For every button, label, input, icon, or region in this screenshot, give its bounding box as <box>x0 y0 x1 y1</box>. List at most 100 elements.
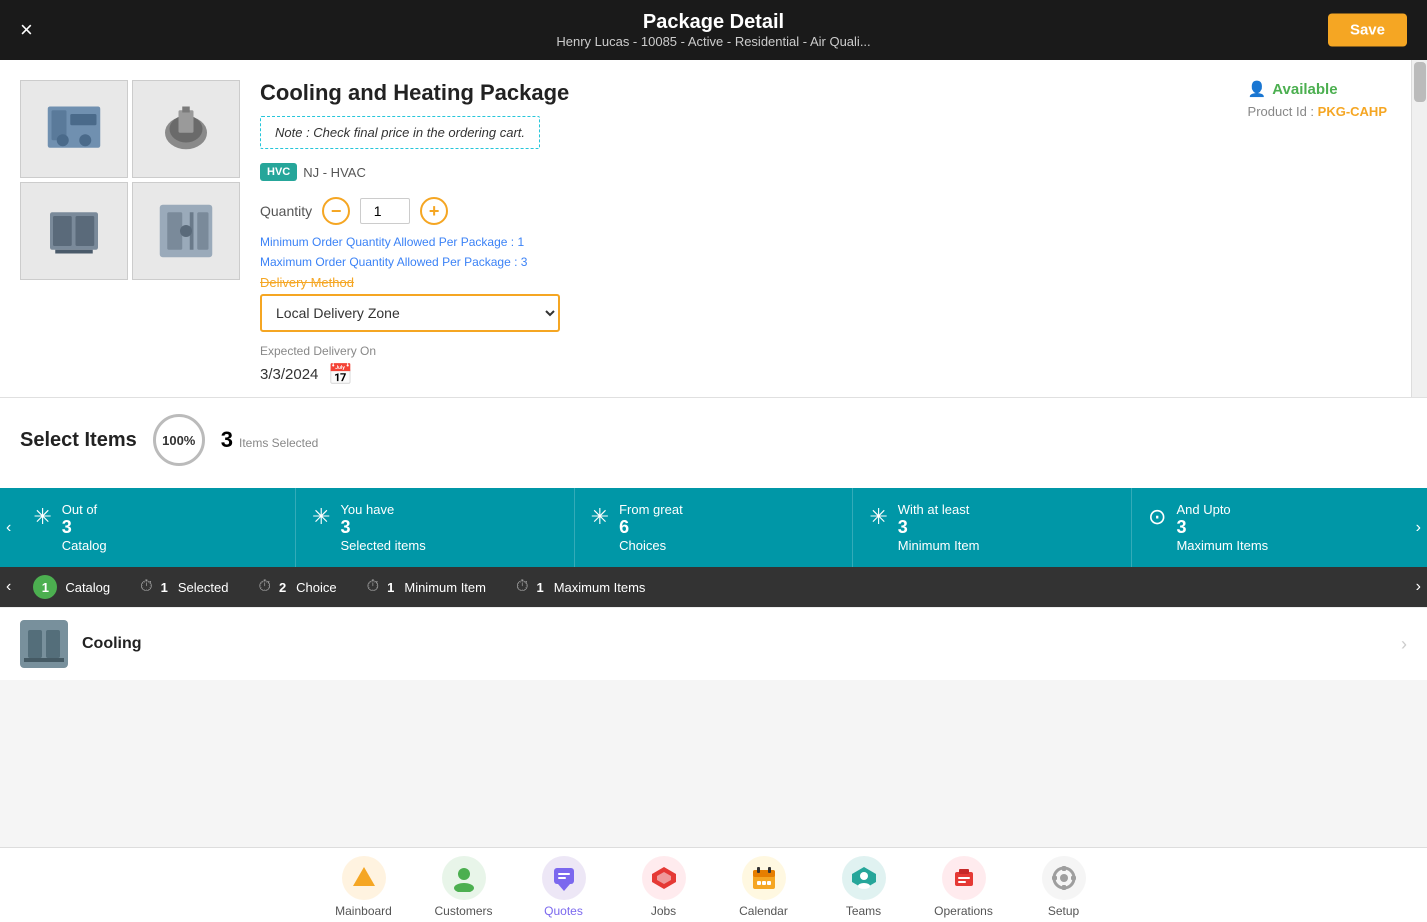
nav-item-quotes[interactable]: Quotes <box>529 856 599 918</box>
stat-label1-0: Out of <box>62 502 107 517</box>
tag-name: NJ - HVAC <box>303 165 366 180</box>
stat-label2-2: Choices <box>619 538 683 553</box>
catalog-choice-num: 2 <box>279 580 286 595</box>
stat-label2-1: Selected items <box>340 538 425 553</box>
nav-item-teams[interactable]: Teams <box>829 856 899 918</box>
select-items-header: Select Items 100% 3 Items Selected <box>20 414 1407 466</box>
mainboard-icon <box>342 856 386 900</box>
stat-number-3: 3 <box>898 517 980 538</box>
customers-icon <box>442 856 486 900</box>
product-tag: HVC NJ - HVAC <box>260 163 1387 181</box>
select-items-section: Select Items 100% 3 Items Selected <box>0 398 1427 488</box>
catalog-badge-item: 1 Catalog <box>33 575 110 599</box>
jobs-icon <box>642 856 686 900</box>
catalog-min-label: Minimum Item <box>404 580 486 595</box>
items-count: 3 <box>221 427 233 453</box>
progress-pct: 100% <box>162 433 195 448</box>
setup-label: Setup <box>1048 904 1079 918</box>
product-note: Note : Check final price in the ordering… <box>260 116 540 149</box>
stat-label2-3: Minimum Item <box>898 538 980 553</box>
product-image-1 <box>20 80 128 178</box>
stat-number-0: 3 <box>62 517 107 538</box>
quantity-input[interactable] <box>360 198 410 224</box>
availability-text: Available <box>1272 81 1337 98</box>
quotes-label: Quotes <box>544 904 583 918</box>
stat-number-2: 6 <box>619 517 683 538</box>
stat-icon-1: ✳ <box>312 504 330 530</box>
product-title: Cooling and Heating Package <box>260 80 1387 106</box>
catalog-number-badge: 1 <box>33 575 57 599</box>
expected-delivery-date: 3/3/2024 <box>260 366 318 383</box>
product-image-2 <box>132 80 240 178</box>
calendar-icon[interactable]: 📅 <box>328 362 353 387</box>
min-order-qty: Minimum Order Quantity Allowed Per Packa… <box>260 235 1387 249</box>
product-details: Cooling and Heating Package Note : Check… <box>260 80 1387 387</box>
catalog-scroll-left[interactable]: ‹ <box>0 576 17 598</box>
close-button[interactable]: × <box>20 17 33 43</box>
stat-label1-1: You have <box>340 502 425 517</box>
catalog-selected-num: 1 <box>161 580 168 595</box>
catalog-max-item: ⏱ 1 Maximum Items <box>516 578 645 596</box>
expected-delivery-row: 3/3/2024 📅 <box>260 362 1387 387</box>
stats-scroll-left[interactable]: ‹ <box>0 517 17 539</box>
product-gallery <box>20 80 240 280</box>
setup-icon <box>1042 856 1086 900</box>
catalog-choice-label: Choice <box>296 580 336 595</box>
quantity-decrease-button[interactable]: − <box>322 197 350 225</box>
stat-icon-0: ✳ <box>33 504 51 530</box>
person-icon: 👤 <box>1248 80 1267 98</box>
quantity-increase-button[interactable]: + <box>420 197 448 225</box>
catalog-selected-icon: ⏱ <box>140 578 152 596</box>
progress-circle: 100% <box>153 414 205 466</box>
operations-label: Operations <box>934 904 993 918</box>
nav-item-jobs[interactable]: Jobs <box>629 856 699 918</box>
stat-selected-items: ✳ You have 3 Selected items <box>296 488 575 567</box>
teams-label: Teams <box>846 904 881 918</box>
delivery-method-label: Delivery Method <box>260 275 1387 290</box>
nav-item-customers[interactable]: Customers <box>429 856 499 918</box>
nav-item-setup[interactable]: Setup <box>1029 856 1099 918</box>
product-image-3 <box>20 182 128 280</box>
header: × Package Detail Henry Lucas - 10085 - A… <box>0 0 1427 60</box>
catalog-selected: ⏱ 1 Selected <box>140 578 228 596</box>
quantity-row: Quantity − + <box>260 197 1387 225</box>
items-selected-label: Items Selected <box>239 436 318 450</box>
catalog-min-item: ⏱ 1 Minimum Item <box>367 578 486 596</box>
product-id-row: Product Id : PKG-CAHP <box>1248 104 1387 119</box>
stat-label1-4: And Upto <box>1176 502 1268 517</box>
nav-item-mainboard[interactable]: Mainboard <box>329 856 399 918</box>
cooling-row: Cooling › <box>0 607 1427 680</box>
catalog-scroll-right[interactable]: › <box>1410 576 1427 598</box>
catalog-max-num: 1 <box>536 580 543 595</box>
nav-item-operations[interactable]: Operations <box>929 856 999 918</box>
product-id-value: PKG-CAHP <box>1318 104 1387 119</box>
stat-label2-4: Maximum Items <box>1176 538 1268 553</box>
save-button[interactable]: Save <box>1328 14 1407 47</box>
tag-badge: HVC <box>260 163 297 181</box>
operations-icon <box>942 856 986 900</box>
quantity-label: Quantity <box>260 203 312 219</box>
calendar-label: Calendar <box>739 904 788 918</box>
cooling-image <box>20 620 68 668</box>
stat-label2-0: Catalog <box>62 538 107 553</box>
nav-item-calendar[interactable]: Calendar <box>729 856 799 918</box>
availability-section: 👤 Available Product Id : PKG-CAHP <box>1248 80 1387 119</box>
product-image-4 <box>132 182 240 280</box>
catalog-min-icon: ⏱ <box>367 578 379 596</box>
delivery-method-select[interactable]: Local Delivery Zone Standard Shipping Ex… <box>260 294 560 332</box>
select-items-title: Select Items <box>20 429 137 452</box>
stat-icon-2: ✳ <box>591 504 609 530</box>
stats-scroll-right[interactable]: › <box>1410 517 1427 539</box>
stat-icon-4: ⊙ <box>1148 504 1166 530</box>
calendar-nav-icon <box>742 856 786 900</box>
catalog-min-num: 1 <box>387 580 394 595</box>
cooling-expand-icon[interactable]: › <box>1401 634 1407 655</box>
product-section: Cooling and Heating Package Note : Check… <box>0 60 1427 398</box>
stat-number-4: 3 <box>1176 517 1268 538</box>
scrollbar-thumb <box>1414 62 1426 102</box>
cooling-label: Cooling <box>82 635 142 653</box>
page-title: Package Detail <box>556 11 870 34</box>
scrollbar[interactable] <box>1411 60 1427 397</box>
stat-max-item: ⊙ And Upto 3 Maximum Items <box>1132 488 1410 567</box>
catalog-label: Catalog <box>65 580 110 595</box>
